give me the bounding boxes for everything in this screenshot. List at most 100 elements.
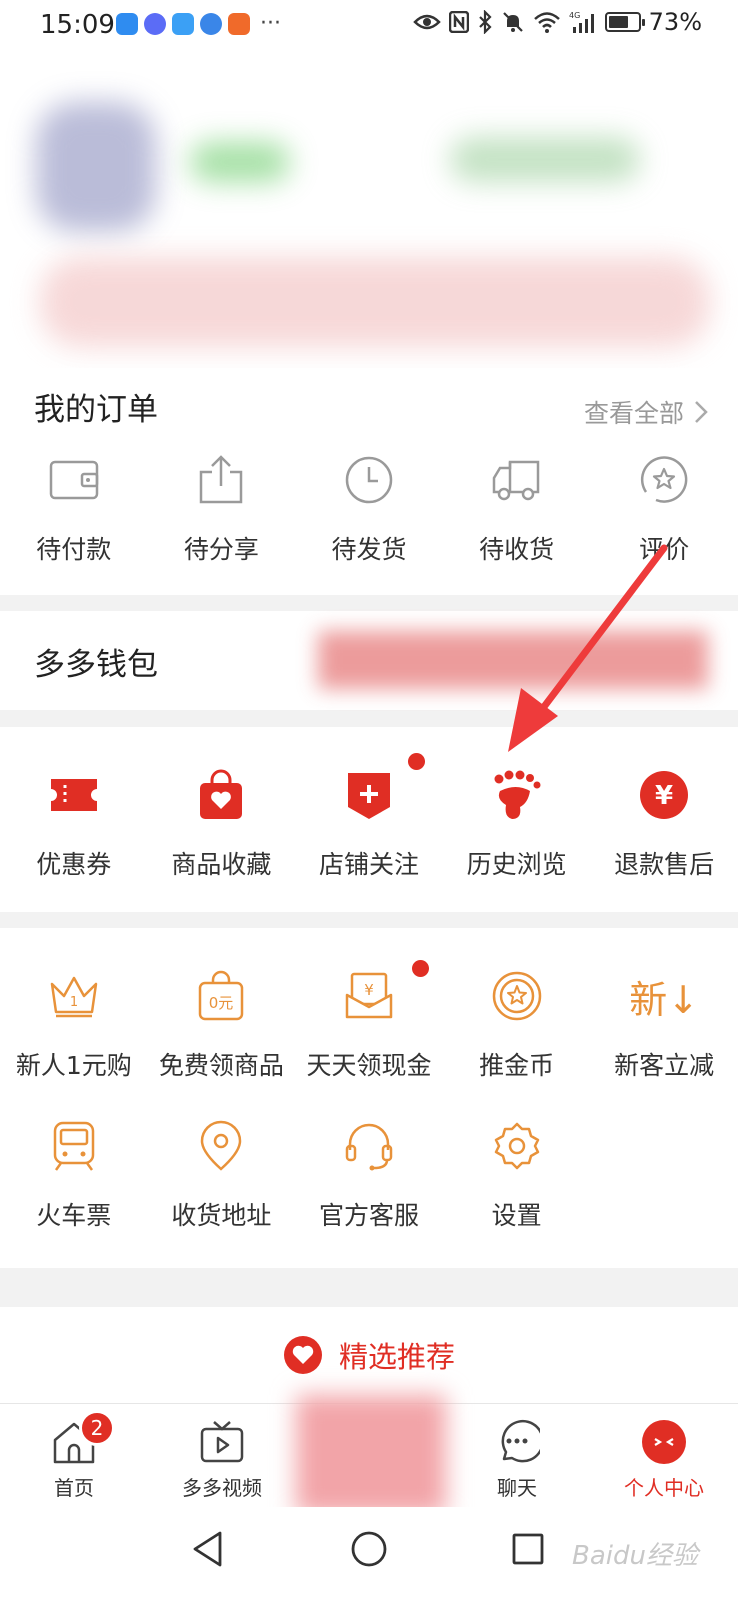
view-all-orders-link[interactable]: 查看全部 — [584, 394, 708, 430]
store-plus-icon — [339, 753, 425, 825]
order-label: 评价 — [639, 535, 690, 564]
wallet-icon — [44, 450, 104, 510]
new-discount-icon: 新↓ — [629, 966, 699, 1026]
tool-coin-pusher[interactable]: 推金币 — [443, 966, 591, 1082]
video-icon — [199, 1418, 245, 1466]
train-icon — [44, 1116, 104, 1176]
battery-icon — [604, 12, 645, 32]
new-notification-dot — [411, 960, 429, 977]
crown-icon: 1 — [44, 966, 104, 1026]
tab-label: 个人中心 — [624, 1476, 704, 1500]
mute-bell-icon — [502, 12, 523, 32]
orders-card: 我的订单 查看全部 待付款 待分享 待发货 待收货 评价 — [0, 368, 738, 595]
more-notifications-icon: ··· — [260, 11, 281, 36]
tool-label: 免费领商品 — [158, 1051, 284, 1080]
tool-label: 天天领现金 — [306, 1051, 432, 1080]
svg-text:¥: ¥ — [364, 981, 374, 999]
service-refund-aftersale[interactable]: ¥ 退款售后 — [590, 765, 738, 881]
tab-label: 首页 — [54, 1476, 94, 1500]
tools-row-2: 火车票 收货地址 官方客服 设置 — [0, 1116, 738, 1232]
status-time: 15:09 — [40, 10, 115, 40]
recommend-header: 精选推荐 — [0, 1307, 738, 1403]
tool-label: 火车票 — [36, 1201, 112, 1230]
chevron-right-icon — [695, 401, 708, 423]
clock-icon — [339, 450, 399, 510]
tool-daily-cash[interactable]: ¥ 天天领现金 — [295, 960, 443, 1082]
tool-label: 官方客服 — [318, 1201, 419, 1230]
tool-customer-service[interactable]: 官方客服 — [295, 1116, 443, 1232]
svg-text:0元: 0元 — [209, 994, 234, 1012]
center-tab-redacted[interactable] — [296, 1395, 446, 1515]
tab-chat[interactable]: 聊天 — [443, 1404, 591, 1508]
order-label: 待发货 — [331, 535, 407, 564]
tools-row-1: 1 新人1元购 0元 免费领商品 ¥ 天天领现金 推金币 新↓ 新客立减 — [0, 960, 738, 1082]
svg-text:¥: ¥ — [655, 781, 673, 811]
eye-icon — [412, 14, 441, 30]
signal-4g-icon: 4G — [569, 11, 594, 33]
order-pending-payment[interactable]: 待付款 — [0, 450, 148, 566]
cash-envelope-icon: ¥ — [339, 960, 429, 1026]
tab-home[interactable]: 2 首页 — [0, 1404, 148, 1508]
status-app-icons: ··· — [116, 13, 281, 35]
nfc-icon — [448, 11, 469, 33]
service-followed-stores[interactable]: 店铺关注 — [295, 753, 443, 881]
profile-header-redacted[interactable] — [0, 52, 738, 368]
tool-new-customer-discount[interactable]: 新↓ 新客立减 — [590, 966, 738, 1082]
orders-title: 我的订单 — [34, 392, 158, 428]
services-card: 优惠券 商品收藏 店铺关注 历史浏览 ¥ 退款售后 — [0, 727, 738, 912]
tool-train-tickets[interactable]: 火车票 — [0, 1116, 148, 1232]
tool-label: 设置 — [491, 1201, 542, 1230]
chat-icon — [494, 1418, 540, 1466]
order-pending-shipment[interactable]: 待发货 — [295, 450, 443, 566]
service-label: 商品收藏 — [171, 850, 272, 879]
coin-icon — [487, 966, 547, 1026]
recents-icon[interactable] — [510, 1529, 546, 1569]
wallet-title: 多多钱包 — [34, 647, 158, 683]
order-pending-receipt[interactable]: 待收货 — [443, 450, 591, 566]
game-icon — [228, 13, 250, 35]
service-label: 优惠券 — [36, 850, 112, 879]
yen-icon: ¥ — [634, 765, 694, 825]
order-pending-share[interactable]: 待分享 — [148, 450, 296, 566]
heart-badge-icon — [283, 1336, 322, 1374]
tool-settings[interactable]: 设置 — [443, 1116, 591, 1232]
tab-label: 多多视频 — [182, 1476, 262, 1500]
battery-level — [608, 16, 629, 28]
service-label: 店铺关注 — [318, 850, 419, 879]
tool-free-goods[interactable]: 0元 免费领商品 — [148, 966, 296, 1082]
cloud-icon — [172, 13, 194, 35]
new-discount-glyph: 新↓ — [629, 977, 700, 1022]
share-icon — [191, 450, 251, 510]
unread-badge: 2 — [79, 1410, 115, 1446]
service-favorites[interactable]: 商品收藏 — [148, 765, 296, 881]
wallet-card[interactable]: 多多钱包 — [0, 611, 738, 710]
tab-label: 聊天 — [497, 1476, 537, 1500]
order-review[interactable]: 评价 — [590, 450, 738, 566]
free-bag-icon: 0元 — [191, 966, 251, 1026]
music-icon — [144, 13, 166, 35]
footprint-icon — [487, 765, 547, 825]
new-notification-dot — [407, 753, 425, 770]
tab-profile[interactable]: 个人中心 — [590, 1404, 738, 1508]
watermark: Baidu经验 — [572, 1541, 698, 1571]
service-coupons[interactable]: 优惠券 — [0, 765, 148, 881]
tool-shipping-address[interactable]: 收货地址 — [148, 1116, 296, 1232]
view-all-label: 查看全部 — [583, 399, 684, 428]
bluetooth-icon — [478, 10, 492, 34]
back-icon[interactable] — [190, 1529, 226, 1569]
tools-card: 1 新人1元购 0元 免费领商品 ¥ 天天领现金 推金币 新↓ 新客立减 火车票… — [0, 928, 738, 1268]
wallet-balance-redacted — [318, 631, 708, 689]
home-button-icon[interactable] — [350, 1529, 388, 1569]
tool-label: 收货地址 — [171, 1201, 272, 1230]
tab-video[interactable]: 多多视频 — [148, 1404, 296, 1508]
service-browse-history[interactable]: 历史浏览 — [443, 765, 591, 881]
tool-newcomer-1yuan[interactable]: 1 新人1元购 — [0, 966, 148, 1082]
service-label: 退款售后 — [614, 850, 715, 879]
coupon-icon — [44, 765, 104, 825]
avatar[interactable] — [36, 102, 156, 232]
system-indicators: 4G 73% — [412, 8, 702, 36]
order-label: 待分享 — [183, 535, 259, 564]
star-review-icon — [634, 450, 694, 510]
services-row: 优惠券 商品收藏 店铺关注 历史浏览 ¥ 退款售后 — [0, 753, 738, 881]
orders-row: 待付款 待分享 待发货 待收货 评价 — [0, 450, 738, 566]
